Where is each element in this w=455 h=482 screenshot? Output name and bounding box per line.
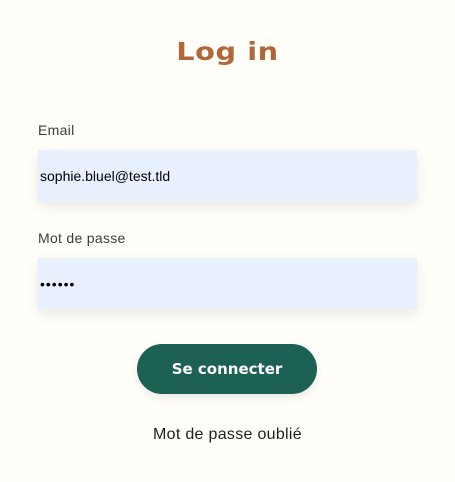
forgot-password-link[interactable]: Mot de passe oublié: [0, 425, 455, 445]
email-field[interactable]: [38, 150, 417, 202]
email-label: Email: [38, 122, 75, 138]
login-title: Log in: [176, 37, 279, 66]
password-label: Mot de passe: [38, 230, 126, 246]
password-field[interactable]: [38, 258, 417, 310]
login-submit-button[interactable]: Se connecter: [137, 344, 317, 394]
